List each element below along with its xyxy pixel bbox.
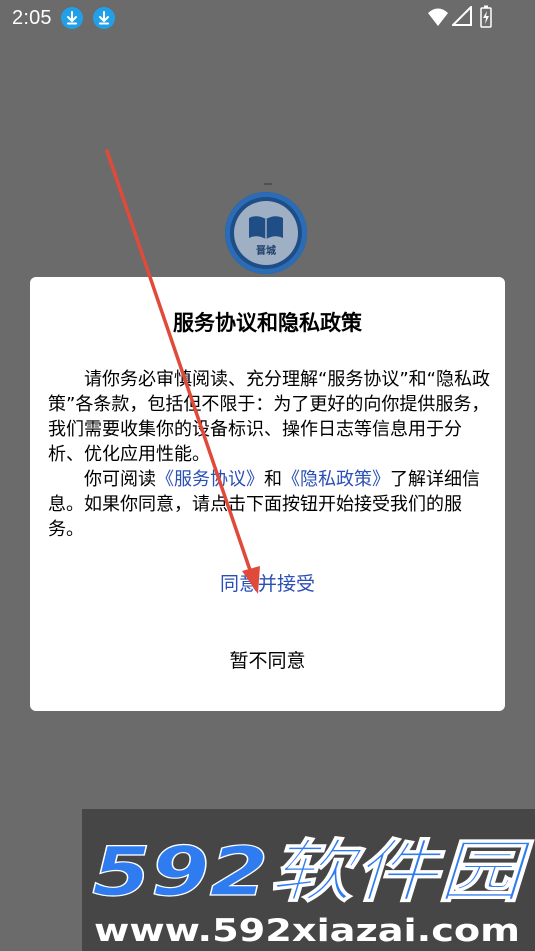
dialog-body: 请你务必审慎阅读、充分理解“服务协议”和“隐私政策”各条款，包括但不限于：为了更… [48,367,492,542]
watermark: 592软件园 www.592xiazai.com [82,809,535,951]
privacy-dialog: 服务协议和隐私政策 请你务必审慎阅读、充分理解“服务协议”和“隐私政策”各条款，… [30,277,505,711]
status-time: 2:05 [12,7,52,29]
status-bar: 2:05 [0,0,535,36]
privacy-policy-link[interactable]: 《隐私政策》 [282,469,390,490]
watermark-brand: 592软件园 [92,833,534,912]
logo-tick [264,183,272,185]
paragraph-2-prefix: 你可阅读 [84,469,156,490]
dialog-title: 服务协议和隐私政策 [173,311,362,335]
accept-button[interactable]: 同意并接受 [30,569,505,599]
book-icon [249,216,283,239]
watermark-url: www.592xiazai.com [94,913,520,949]
signal-icon [452,6,472,26]
app-logo: 晋城 [225,192,307,274]
watermark-logo: 592软件园 www.592xiazai.com [91,832,535,949]
app-logo-inner: 晋城 [234,201,298,265]
download-icon [61,7,83,29]
dialog-paragraph-1: 请你务必审慎阅读、充分理解“服务协议”和“隐私政策”各条款，包括但不限于：为了更… [48,369,490,465]
paragraph-2-and: 和 [264,469,282,490]
wifi-icon [428,8,448,26]
download-icon [93,7,115,29]
service-agreement-link[interactable]: 《服务协议》 [156,469,264,490]
dialog-paragraph-2: 你可阅读《服务协议》和《隐私政策》了解详细信息。如果你同意，请点击下面按钮开始接… [48,467,492,542]
app-logo-text: 晋城 [256,246,276,257]
battery-charging-icon [480,5,492,28]
decline-button[interactable]: 暂不同意 [30,646,505,676]
